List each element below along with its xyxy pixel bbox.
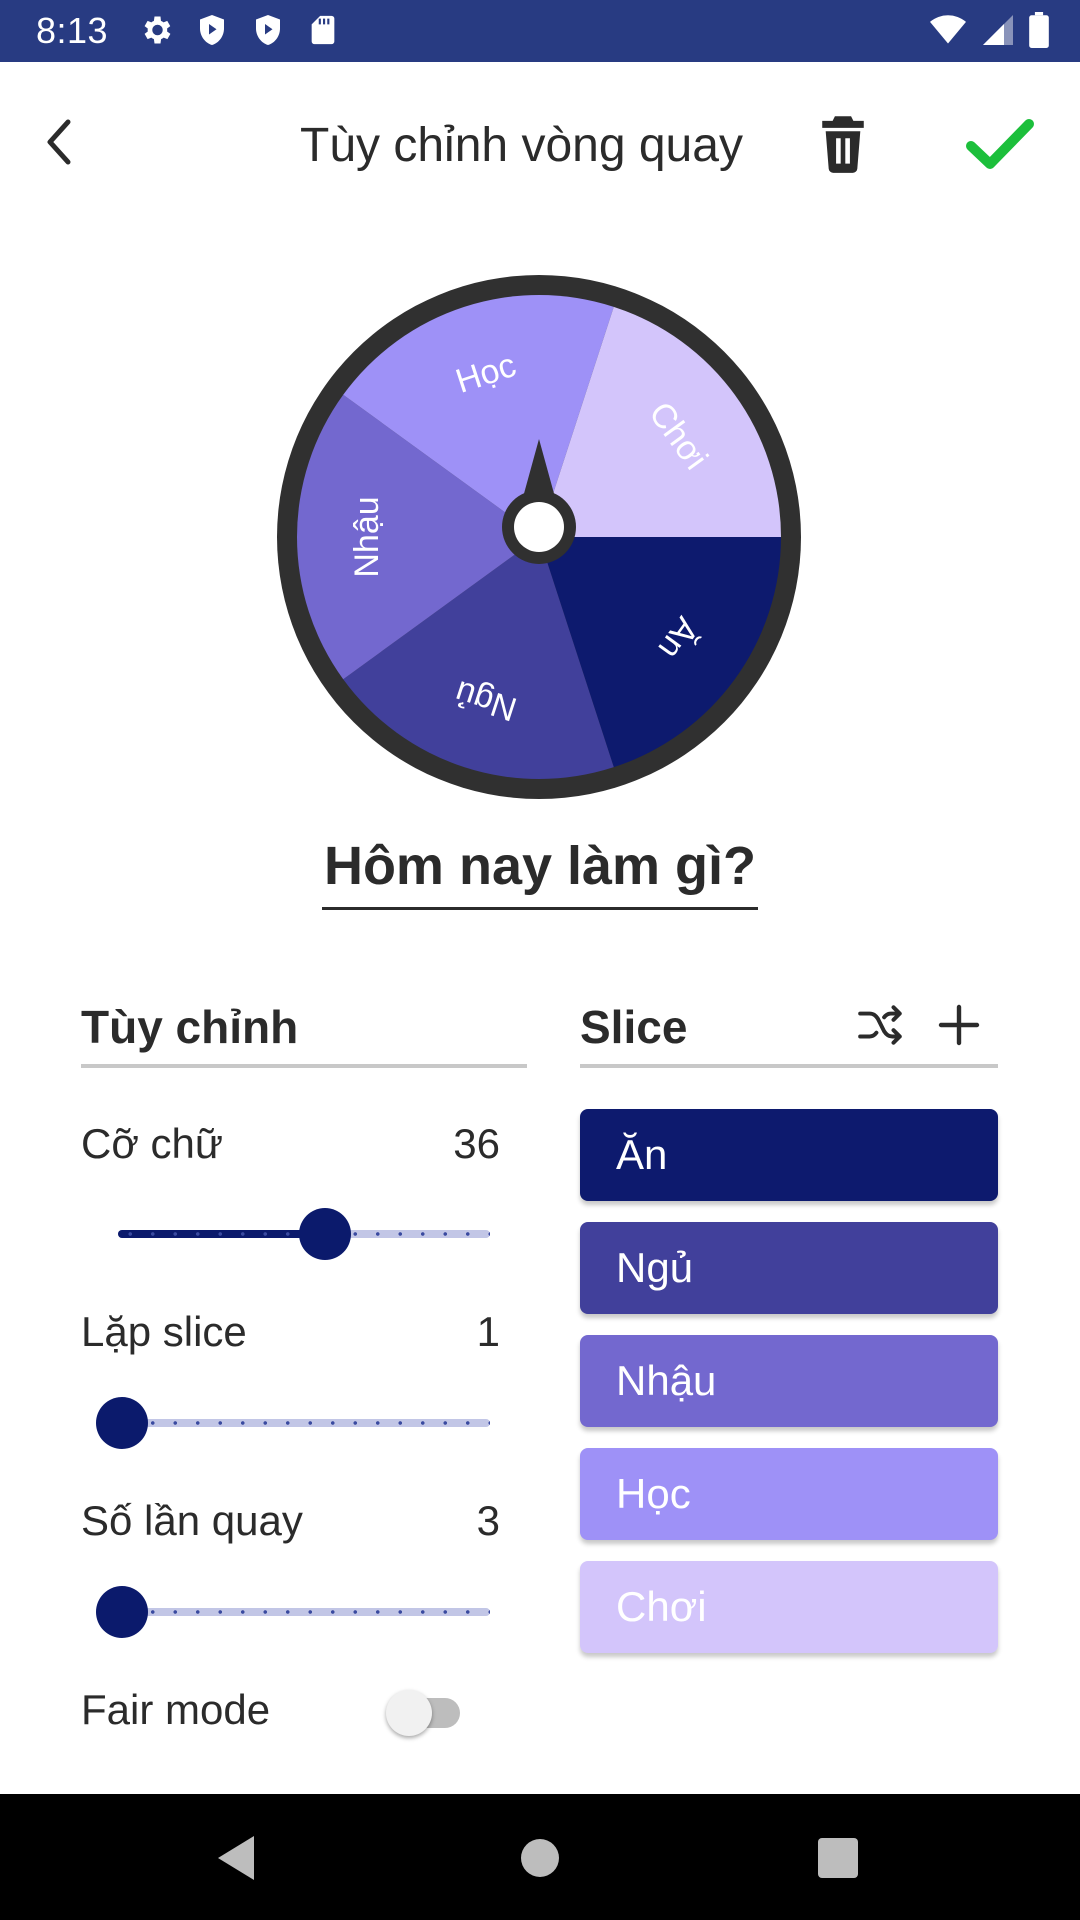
slice-item[interactable]: Ngủ (580, 1222, 998, 1314)
font-size-slider-thumb[interactable] (299, 1208, 351, 1260)
spin-wheel[interactable]: Ăn Ngủ Nhậu Học Chơi (274, 272, 804, 802)
trash-icon (822, 116, 864, 173)
nav-home-circle-icon (521, 1839, 559, 1877)
nav-recents-square-icon (818, 1838, 858, 1878)
checkmark-icon (966, 119, 1034, 169)
repeat-slice-slider[interactable] (96, 1393, 490, 1453)
plus-icon (938, 1004, 980, 1046)
wheel-title[interactable]: Hôm nay làm gì? (321, 835, 759, 910)
status-time: 8:13 (36, 10, 109, 51)
spin-count-label: Số lần quay (81, 1497, 303, 1544)
add-slice-button[interactable] (935, 1000, 983, 1055)
font-size-slider[interactable] (118, 1204, 490, 1264)
nav-back-triangle-icon (218, 1836, 254, 1880)
battery-icon (1028, 12, 1050, 48)
slice-divider (580, 1064, 998, 1068)
shield-play-icon-2 (250, 12, 286, 48)
nav-recents-button[interactable] (816, 1830, 860, 1891)
shuffle-button[interactable] (853, 1000, 909, 1055)
shield-play-icon (194, 12, 230, 48)
settings-gear-icon (138, 12, 174, 48)
nav-home-button[interactable] (520, 1830, 560, 1891)
page-title: Tùy chỉnh vòng quay (300, 119, 743, 172)
back-button[interactable] (36, 112, 86, 172)
nav-back-button[interactable] (210, 1830, 260, 1891)
repeat-slice-label: Lặp slice (81, 1308, 247, 1355)
repeat-slice-slider-thumb[interactable] (96, 1397, 148, 1449)
fair-mode-toggle-thumb (386, 1690, 432, 1736)
customize-header: Tùy chỉnh (81, 1001, 299, 1053)
slice-item[interactable]: Ăn (580, 1109, 998, 1201)
slice-header: Slice (580, 1001, 688, 1053)
customize-divider (81, 1064, 527, 1068)
spin-count-value: 3 (476, 1497, 500, 1544)
wheel-slice-label: Nhậu (348, 496, 386, 577)
delete-button[interactable] (815, 114, 871, 174)
fair-mode-toggle[interactable] (386, 1690, 472, 1736)
confirm-button[interactable] (965, 114, 1035, 174)
slice-item[interactable]: Nhậu (580, 1335, 998, 1427)
slice-item[interactable]: Chơi (580, 1561, 998, 1653)
repeat-slice-value: 1 (476, 1308, 500, 1355)
spin-count-slider-thumb[interactable] (96, 1586, 148, 1638)
spin-count-slider[interactable] (96, 1582, 490, 1642)
shuffle-icon (858, 1005, 902, 1045)
font-size-label: Cỡ chữ (81, 1120, 224, 1167)
slice-item[interactable]: Học (580, 1448, 998, 1540)
status-bar: 8:13 (0, 0, 1080, 62)
fair-mode-label: Fair mode (81, 1686, 271, 1733)
app-bar: Tùy chỉnh vòng quay (0, 62, 1080, 222)
font-size-value: 36 (453, 1120, 500, 1167)
wifi-icon (928, 12, 968, 48)
cellular-signal-icon (980, 12, 1016, 48)
sd-card-icon (306, 12, 340, 48)
wheel-graphic: ĂnNgủNhậuHọcChơi (277, 275, 801, 799)
navigation-bar (0, 1794, 1080, 1920)
chevron-left-icon (47, 119, 71, 165)
